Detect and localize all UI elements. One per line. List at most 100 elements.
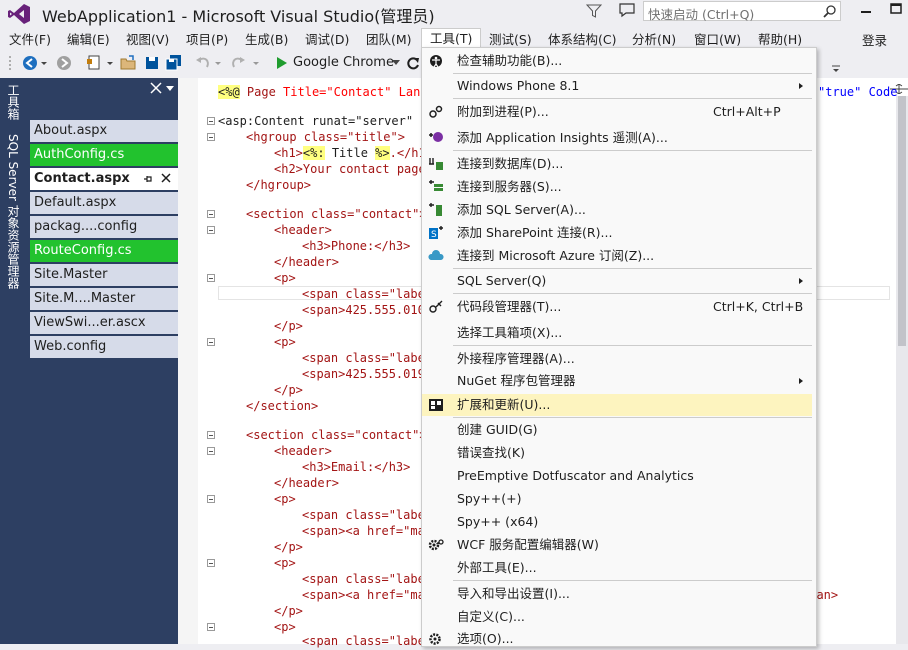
editor-gutter (178, 78, 198, 644)
menu-item-label: 附加到进程(P)... (457, 104, 549, 119)
maximize-icon[interactable] (886, 0, 906, 20)
file-tab-contact[interactable]: Contact.aspx (30, 168, 178, 190)
menu-item-import-export-settings[interactable]: 导入和导出设置(I)... (422, 583, 812, 605)
close-icon[interactable] (150, 82, 162, 94)
undo-icon[interactable] (195, 54, 211, 72)
open-file-icon[interactable] (120, 54, 136, 72)
menu-item-add-sharepoint[interactable]: S 添加 SharePoint 连接(R)... (422, 222, 812, 244)
quick-launch-input[interactable]: 快速启动 (Ctrl+Q) (643, 1, 841, 22)
submenu-arrow-icon (799, 278, 803, 284)
menu-team[interactable]: 团队(M) (366, 30, 412, 50)
fold-marker[interactable] (207, 274, 215, 282)
menu-item-label: 选项(O)... (457, 631, 514, 646)
code-line: "true" Code (818, 85, 898, 99)
chevron-down-icon[interactable] (214, 54, 222, 72)
menu-item-windows-phone[interactable]: Windows Phone 8.1 (422, 75, 812, 97)
file-tab-webconfig[interactable]: Web.config (30, 336, 178, 358)
sign-in-link[interactable]: 登录 (862, 30, 887, 49)
file-tab-routeconfig[interactable]: RouteConfig.cs (30, 240, 178, 262)
redo-icon[interactable] (230, 54, 246, 72)
menu-item-label: 代码段管理器(T)... (457, 299, 562, 314)
menu-file[interactable]: 文件(F) (9, 30, 51, 50)
fold-marker[interactable] (207, 117, 215, 125)
side-tab-toolbox[interactable]: 工具箱 (5, 84, 22, 120)
refresh-icon[interactable] (406, 54, 420, 72)
file-tab-about[interactable]: About.aspx (30, 120, 178, 142)
chevron-down-icon[interactable] (166, 86, 174, 92)
code-line: <p> (274, 335, 296, 349)
menu-project[interactable]: 项目(P) (186, 30, 228, 50)
menu-item-shortcut: Ctrl+Alt+P (713, 104, 781, 119)
menu-item-label: 连接到服务器(S)... (457, 179, 562, 194)
file-tab-site-mobile-master[interactable]: Site.M....Master (30, 288, 178, 310)
new-project-icon[interactable] (86, 54, 102, 72)
menu-item-connect-server[interactable]: 连接到服务器(S)... (422, 176, 812, 198)
file-tab-packages[interactable]: packag....config (30, 216, 178, 238)
menu-item-spy[interactable]: Spy++(+) (422, 488, 812, 510)
search-icon[interactable] (823, 4, 837, 18)
menu-item-label: 导入和导出设置(I)... (457, 586, 570, 601)
menu-item-wcf-config-editor[interactable]: WCF 服务配置编辑器(W) (422, 534, 812, 556)
chevron-down-icon (392, 60, 400, 65)
fold-marker[interactable] (207, 431, 215, 439)
menu-item-extensions-updates[interactable]: 扩展和更新(U)... (422, 394, 812, 416)
fold-marker[interactable] (207, 559, 215, 567)
menu-separator (453, 580, 812, 581)
menu-item-dotfuscator[interactable]: PreEmptive Dotfuscator and Analytics (422, 465, 812, 487)
feedback-icon[interactable] (618, 2, 636, 18)
menu-item-customize[interactable]: 自定义(C)... (422, 606, 812, 628)
menu-item-attach-process[interactable]: 附加到进程(P)... Ctrl+Alt+P (422, 101, 812, 123)
file-tab-default[interactable]: Default.aspx (30, 192, 178, 214)
file-tab-authconfig[interactable]: AuthConfig.cs (30, 144, 178, 166)
close-icon[interactable] (161, 173, 171, 183)
chevron-down-icon[interactable] (252, 54, 260, 72)
chevron-down-icon[interactable] (106, 54, 114, 72)
save-icon[interactable] (144, 54, 160, 72)
menu-item-connect-database[interactable]: 连接到数据库(D)... (422, 153, 812, 175)
browser-label: Google Chrome (293, 55, 394, 70)
menu-item-add-sql-server[interactable]: 添加 SQL Server(A)... (422, 199, 812, 221)
fold-marker[interactable] (207, 133, 215, 141)
filter-icon[interactable] (586, 3, 602, 19)
minimize-icon[interactable] (856, 0, 876, 20)
menu-view[interactable]: 视图(V) (126, 30, 169, 50)
fold-marker[interactable] (207, 623, 215, 631)
fold-marker[interactable] (207, 447, 215, 455)
menu-item-addin-manager[interactable]: 外接程序管理器(A)... (422, 348, 812, 370)
menu-debug[interactable]: 调试(D) (305, 30, 349, 50)
fold-marker[interactable] (207, 226, 215, 234)
menu-edit[interactable]: 编辑(E) (67, 30, 110, 50)
navigate-back-icon[interactable] (22, 54, 38, 72)
toolbar-overflow-icon[interactable] (832, 64, 840, 74)
menu-item-nuget-package-manager[interactable]: NuGet 程序包管理器 (422, 370, 812, 392)
scrollbar-thumb[interactable] (898, 96, 906, 346)
file-tab-site-master[interactable]: Site.Master (30, 264, 178, 286)
navigate-forward-icon[interactable] (56, 54, 72, 72)
menu-item-external-tools[interactable]: 外部工具(E)... (422, 557, 812, 579)
menu-tools[interactable]: 工具(T) (421, 28, 482, 48)
menu-build[interactable]: 生成(B) (245, 30, 288, 50)
side-tab-sql-explorer[interactable]: SQL Server 对象资源管理器 (5, 134, 22, 289)
menu-item-spy-x64[interactable]: Spy++ (x64) (422, 511, 812, 533)
menu-item-code-snippets-manager[interactable]: 代码段管理器(T)... Ctrl+K, Ctrl+B (422, 296, 812, 318)
fold-marker[interactable] (207, 210, 215, 218)
code-line: <h2>Your contact page (274, 162, 426, 176)
menu-item-error-lookup[interactable]: 错误查找(K) (422, 442, 812, 464)
file-tab-label: Contact.aspx (34, 171, 130, 186)
menu-item-sql-server[interactable]: SQL Server(Q) (422, 270, 812, 292)
menu-item-connect-azure[interactable]: 连接到 Microsoft Azure 订阅(Z)... (422, 245, 812, 267)
menu-item-check-accessibility[interactable]: 检查辅助功能(B)... (422, 50, 812, 72)
menu-item-create-guid[interactable]: 创建 GUID(G) (422, 419, 812, 441)
code-line: </section> (246, 399, 319, 413)
code-line: <p> (274, 271, 296, 285)
pin-icon[interactable] (143, 173, 153, 185)
file-tab-viewswitcher[interactable]: ViewSwi...er.ascx (30, 312, 178, 334)
menu-item-options[interactable]: 选项(O)... (422, 628, 812, 646)
code-line: <%@ Page Title="Contact" Lang (218, 84, 428, 100)
fold-marker[interactable] (207, 495, 215, 503)
fold-marker[interactable] (207, 338, 215, 346)
menu-item-choose-toolbox-items[interactable]: 选择工具箱项(X)... (422, 322, 812, 344)
chevron-down-icon[interactable] (40, 54, 48, 72)
save-all-icon[interactable] (165, 54, 183, 72)
menu-item-application-insights[interactable]: 添加 Application Insights 遥测(A)... (422, 127, 812, 149)
